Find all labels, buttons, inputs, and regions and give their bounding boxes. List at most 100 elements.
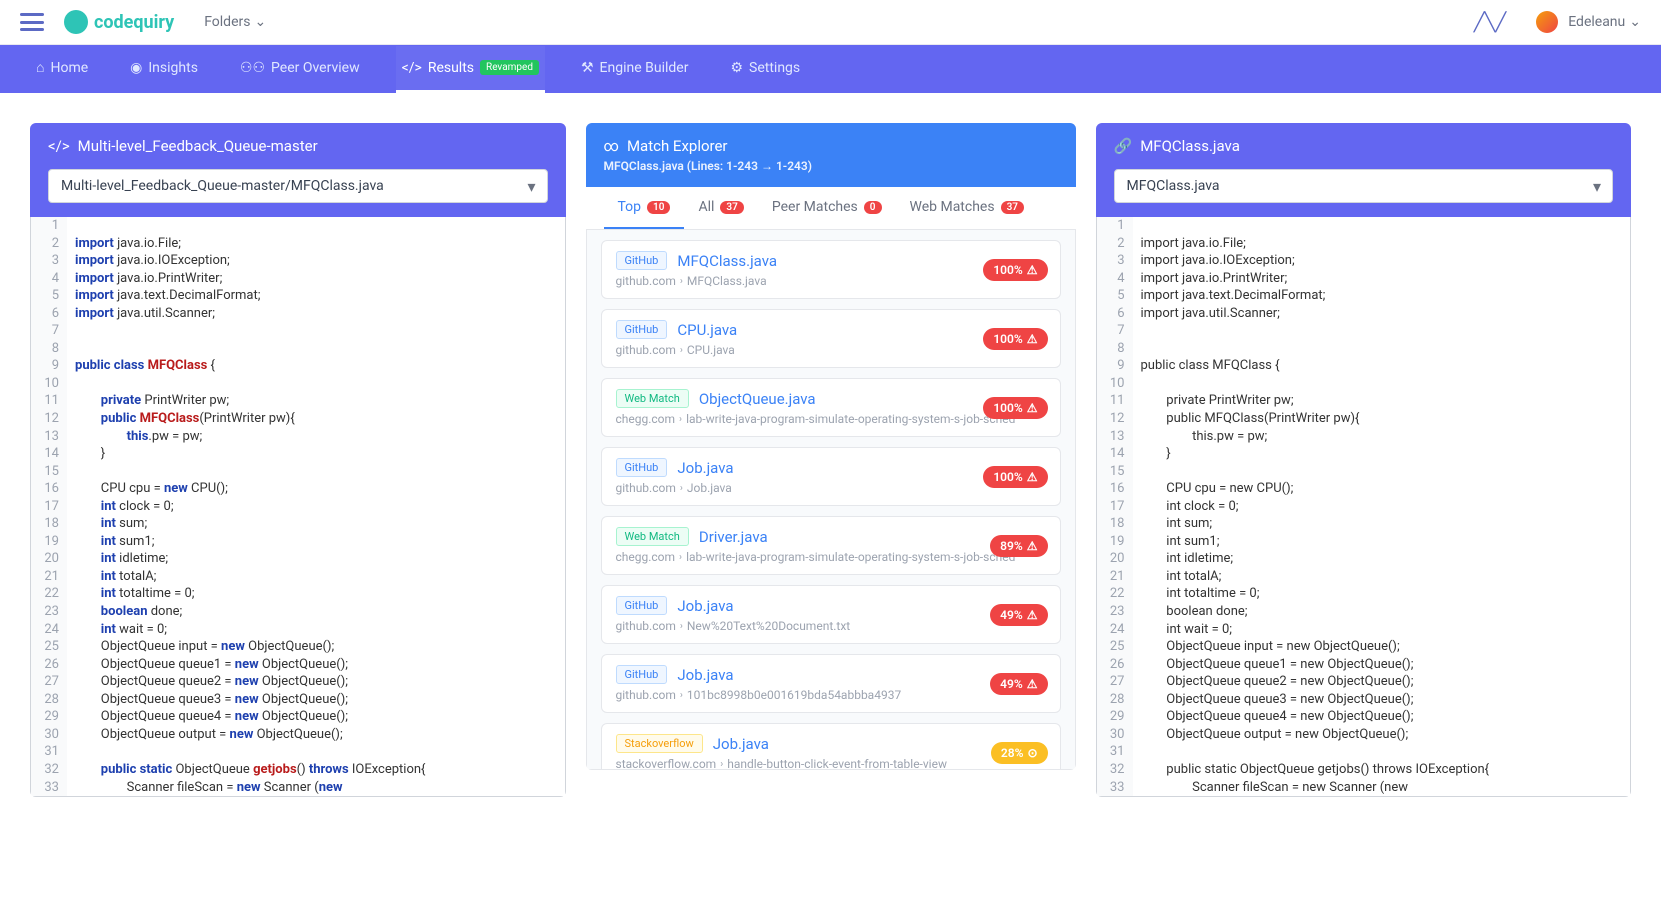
code-text: int clock = 0;: [67, 498, 565, 516]
line-number: 22: [1097, 585, 1133, 603]
code-line: 5import java.text.DecimalFormat;: [1097, 287, 1631, 305]
code-text: int sum;: [1133, 515, 1631, 533]
match-item[interactable]: GitHubMFQClass.javagithub.com › MFQClass…: [601, 240, 1061, 299]
tab-all[interactable]: All 37: [684, 187, 757, 229]
nav-label: Results: [428, 60, 474, 76]
line-number: 25: [31, 638, 67, 656]
line-number: 6: [1097, 305, 1133, 323]
line-number: 13: [31, 428, 67, 446]
nav-insights[interactable]: ◉Insights: [124, 46, 204, 93]
tab-label: Web Matches: [910, 199, 995, 215]
code-text: ObjectQueue queue3 = new ObjectQueue();: [67, 691, 565, 709]
code-text: int idletime;: [67, 550, 565, 568]
tab-label: All: [698, 199, 714, 215]
line-number: 12: [1097, 410, 1133, 428]
match-item[interactable]: GitHubJob.javagithub.com › 101bc8998b0e0…: [601, 654, 1061, 713]
compare-code[interactable]: 1 2import java.io.File;3import java.io.I…: [1096, 217, 1632, 797]
logo[interactable]: codequiry: [64, 10, 174, 34]
line-number: 19: [31, 533, 67, 551]
code-line: 18 int sum;: [31, 515, 565, 533]
line-number: 15: [31, 463, 67, 481]
avatar[interactable]: [1536, 11, 1558, 33]
code-text: [67, 743, 565, 761]
code-text: import java.io.PrintWriter;: [1133, 270, 1631, 288]
username-label: Edeleanu: [1568, 14, 1625, 30]
activity-icon[interactable]: ╱╲╱: [1474, 12, 1507, 33]
nav-home[interactable]: ⌂Home: [30, 45, 94, 93]
code-line: 9public class MFQClass {: [31, 357, 565, 375]
warning-icon: ⚠: [1027, 470, 1038, 484]
user-menu[interactable]: Edeleanu ⌄: [1568, 14, 1641, 30]
compare-file-select[interactable]: MFQClass.java: [1114, 169, 1614, 203]
code-text: boolean done;: [1133, 603, 1631, 621]
code-line: 30 ObjectQueue output = new ObjectQueue(…: [1097, 726, 1631, 744]
source-code[interactable]: 1 2import java.io.File;3import java.io.I…: [30, 217, 566, 797]
match-item[interactable]: GitHubJob.javagithub.com › Job.java100% …: [601, 447, 1061, 506]
code-line: 17 int clock = 0;: [31, 498, 565, 516]
code-line: 14 }: [31, 445, 565, 463]
code-text: ObjectQueue queue4 = new ObjectQueue();: [67, 708, 565, 726]
code-text: import java.util.Scanner;: [67, 305, 565, 323]
line-number: 32: [31, 761, 67, 779]
code-line: 21 int totalA;: [31, 568, 565, 586]
warning-icon: ⚠: [1027, 401, 1038, 415]
line-number: 28: [31, 691, 67, 709]
count-badge: 0: [864, 201, 882, 214]
menu-icon[interactable]: [20, 13, 44, 31]
tab-peer-matches[interactable]: Peer Matches0: [758, 187, 896, 229]
code-text: this.pw = pw;: [1133, 428, 1631, 446]
match-item[interactable]: Web MatchObjectQueue.javachegg.com › lab…: [601, 378, 1061, 437]
code-line: 19 int sum1;: [31, 533, 565, 551]
code-text: public MFQClass(PrintWriter pw){: [67, 410, 565, 428]
warning-icon: ⊙: [1027, 746, 1037, 760]
nav-engine-builder[interactable]: ⚒Engine Builder: [575, 46, 694, 93]
line-number: 11: [1097, 392, 1133, 410]
source-file-select[interactable]: Multi-level_Feedback_Queue-master/MFQCla…: [48, 169, 548, 203]
match-item[interactable]: GitHubJob.javagithub.com › New%20Text%20…: [601, 585, 1061, 644]
line-number: 18: [31, 515, 67, 533]
code-text: import java.text.DecimalFormat;: [1133, 287, 1631, 305]
line-number: 31: [1097, 743, 1133, 761]
code-line: 13 this.pw = pw;: [1097, 428, 1631, 446]
nav-results[interactable]: </>ResultsRevamped: [396, 46, 545, 93]
code-line: 3import java.io.IOException;: [1097, 252, 1631, 270]
code-text: import java.text.DecimalFormat;: [67, 287, 565, 305]
count-badge: 10: [647, 201, 670, 214]
match-list[interactable]: GitHubMFQClass.javagithub.com › MFQClass…: [586, 230, 1076, 770]
topbar: codequiry Folders ⌄ ╱╲╱ Edeleanu ⌄: [0, 0, 1661, 45]
code-text: ObjectQueue input = new ObjectQueue();: [67, 638, 565, 656]
code-line: 32 public static ObjectQueue getjobs() t…: [1097, 761, 1631, 779]
match-item[interactable]: StackoverflowJob.javastackoverflow.com ›…: [601, 723, 1061, 770]
code-line: 2import java.io.File;: [1097, 235, 1631, 253]
code-text: int totalA;: [1133, 568, 1631, 586]
code-line: 15: [1097, 463, 1631, 481]
code-line: 30 ObjectQueue output = new ObjectQueue(…: [31, 726, 565, 744]
line-number: 23: [31, 603, 67, 621]
line-number: 2: [31, 235, 67, 253]
warning-icon: ⚠: [1027, 539, 1038, 553]
code-text: int totalA;: [67, 568, 565, 586]
percent-badge: 100% ⚠: [983, 397, 1047, 419]
code-line: 8: [31, 340, 565, 358]
code-text: int totaltime = 0;: [67, 585, 565, 603]
tab-web-matches[interactable]: Web Matches37: [896, 187, 1039, 229]
count-badge: 37: [720, 201, 743, 214]
code-text: private PrintWriter pw;: [67, 392, 565, 410]
warning-icon: ⚠: [1027, 263, 1038, 277]
line-number: 3: [31, 252, 67, 270]
nav-peer-overview[interactable]: ⚇⚇Peer Overview: [234, 46, 366, 93]
match-item[interactable]: GitHubCPU.javagithub.com › CPU.java100% …: [601, 309, 1061, 368]
code-text: import java.io.IOException;: [1133, 252, 1631, 270]
code-text: int totaltime = 0;: [1133, 585, 1631, 603]
line-number: 14: [31, 445, 67, 463]
match-title: Job.java: [677, 666, 733, 684]
code-text: import java.io.PrintWriter;: [67, 270, 565, 288]
code-line: 28 ObjectQueue queue3 = new ObjectQueue(…: [31, 691, 565, 709]
logo-icon: [64, 10, 88, 34]
nav-settings[interactable]: ⚙Settings: [724, 46, 806, 93]
code-text: ObjectQueue queue3 = new ObjectQueue();: [1133, 691, 1631, 709]
tab-top[interactable]: Top10: [604, 187, 685, 229]
warning-icon: ⚠: [1027, 677, 1038, 691]
match-item[interactable]: Web MatchDriver.javachegg.com › lab-writ…: [601, 516, 1061, 575]
folders-dropdown[interactable]: Folders ⌄: [204, 14, 266, 30]
